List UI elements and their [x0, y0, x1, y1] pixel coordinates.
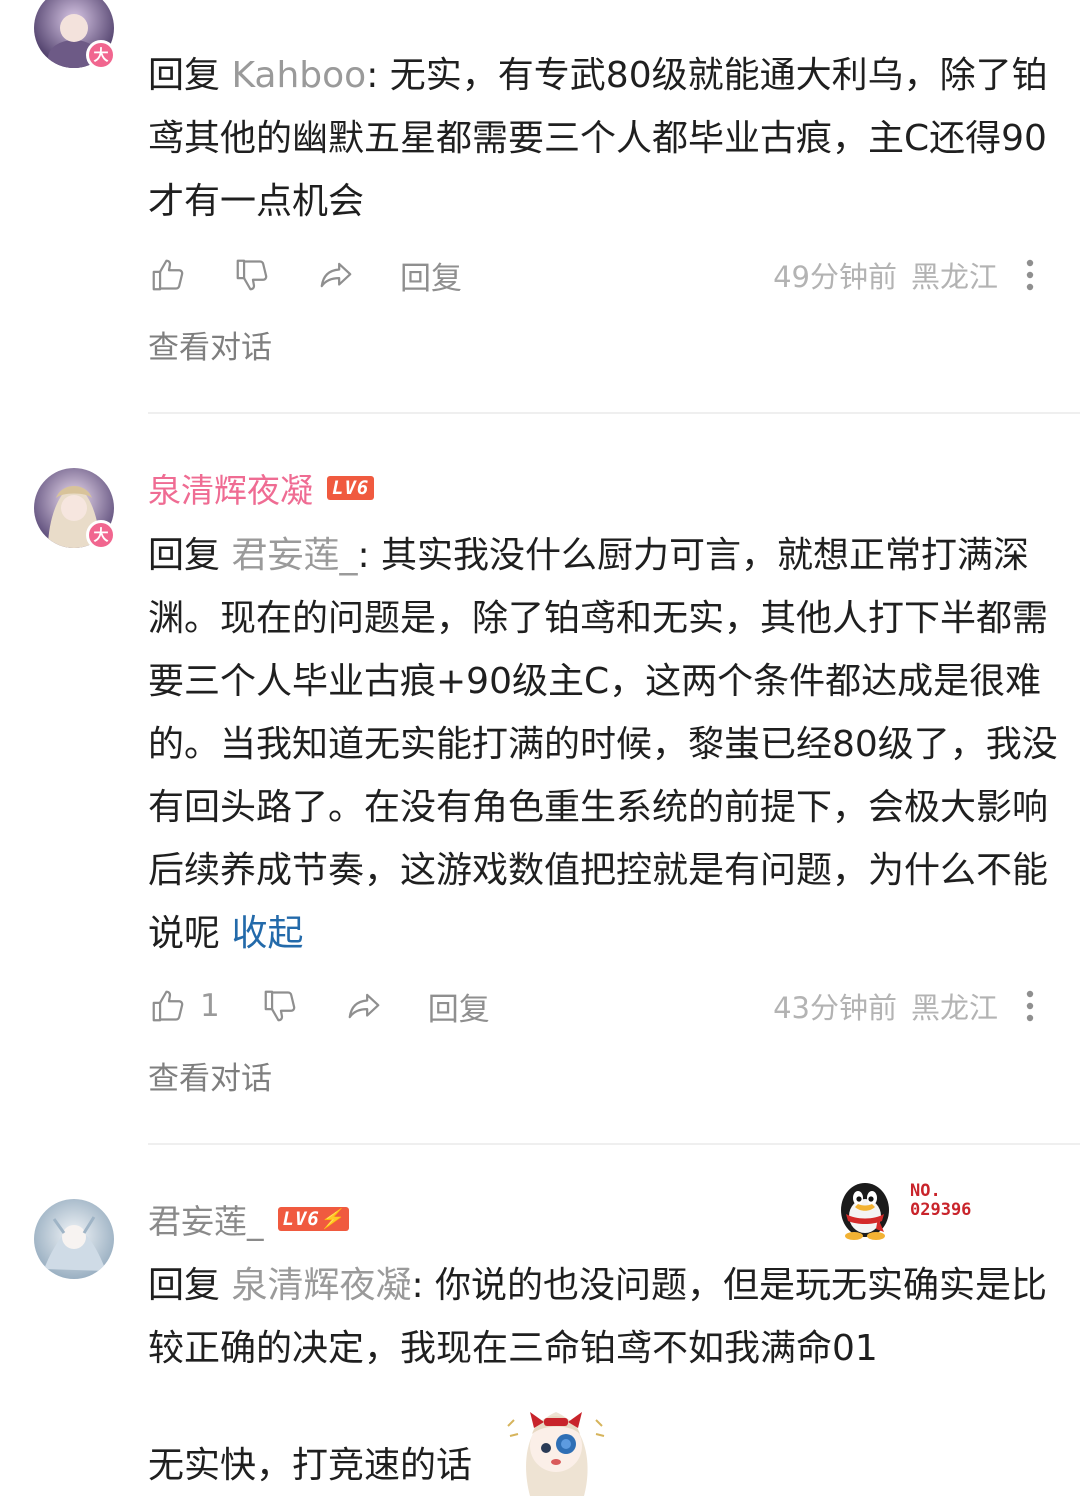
more-vertical-icon[interactable] — [1012, 255, 1048, 295]
divider — [148, 1143, 1080, 1145]
divider — [148, 412, 1080, 414]
level-badge: LV6 — [327, 476, 375, 500]
comment-meta: 49分钟前 黑龙江 — [773, 254, 1048, 296]
location: 黑龙江 — [910, 260, 998, 294]
avatar-badge: 大 — [86, 520, 116, 550]
like-count: 1 — [200, 988, 220, 1024]
qq-penguin-icon — [832, 1174, 898, 1244]
collapse-link[interactable]: 收起 — [220, 913, 303, 954]
username-row: 君妄莲_ LV6⚡ — [148, 1195, 350, 1243]
location: 黑龙江 — [910, 991, 998, 1025]
share-icon[interactable] — [344, 986, 384, 1026]
timestamp: 49分钟前 — [773, 260, 897, 294]
avatar[interactable] — [34, 1199, 114, 1279]
thumbs-up-icon[interactable] — [148, 986, 188, 1026]
share-icon[interactable] — [316, 255, 356, 295]
username[interactable]: 君妄莲_ — [148, 1195, 264, 1243]
view-conversation-link[interactable]: 查看对话 — [148, 1053, 272, 1098]
view-conversation-link[interactable]: 查看对话 — [148, 322, 272, 367]
comment-body: 回复 泉清辉夜凝: 你说的也没问题，但是玩无实确实是比较正确的决定，我现在三命铂… — [148, 1265, 1048, 1369]
reply-target-link[interactable]: 泉清辉夜凝 — [231, 1265, 411, 1306]
reply-target-link[interactable]: Kahboo — [231, 55, 366, 96]
more-vertical-icon[interactable] — [1012, 986, 1048, 1026]
avatar[interactable]: 大 — [34, 0, 116, 70]
sticker-image — [500, 1396, 612, 1496]
reply-target-link[interactable]: 君妄莲_ — [231, 535, 357, 576]
reply-button[interactable]: 回复 — [400, 253, 462, 298]
username[interactable]: 泉清辉夜凝 — [148, 464, 313, 512]
reply-button[interactable]: 回复 — [428, 984, 490, 1029]
avatar[interactable]: 大 — [34, 468, 116, 550]
comment-body: 回复 君妄莲_: 其实我没什么厨力可言，就想正常打满深渊。现在的问题是，除了铂鸢… — [148, 535, 1058, 954]
level-badge: LV6⚡ — [277, 1207, 350, 1231]
timestamp: 43分钟前 — [773, 991, 897, 1025]
comment-meta: 43分钟前 黑龙江 — [773, 985, 1048, 1027]
comment-body: 回复 Kahboo: 无实，有专武80级就能通大利乌，除了铂鸢其他的幽默五星都需… — [148, 55, 1048, 222]
thumbs-down-icon[interactable] — [260, 986, 300, 1026]
comment-actions: 1 回复 43分钟前 黑龙江 — [148, 981, 1048, 1031]
thumbs-up-icon[interactable] — [148, 255, 188, 295]
avatar-image — [34, 1199, 114, 1279]
username-row: 泉清辉夜凝 LV6 — [148, 464, 375, 512]
avatar-badge: 大 — [86, 40, 116, 70]
thumbs-down-icon[interactable] — [232, 255, 272, 295]
fan-badge-number: NO. 029396 — [910, 1181, 972, 1220]
comment-actions: 回复 49分钟前 黑龙江 — [148, 250, 1048, 300]
fan-badge: NO. 029396 — [832, 1174, 1012, 1244]
